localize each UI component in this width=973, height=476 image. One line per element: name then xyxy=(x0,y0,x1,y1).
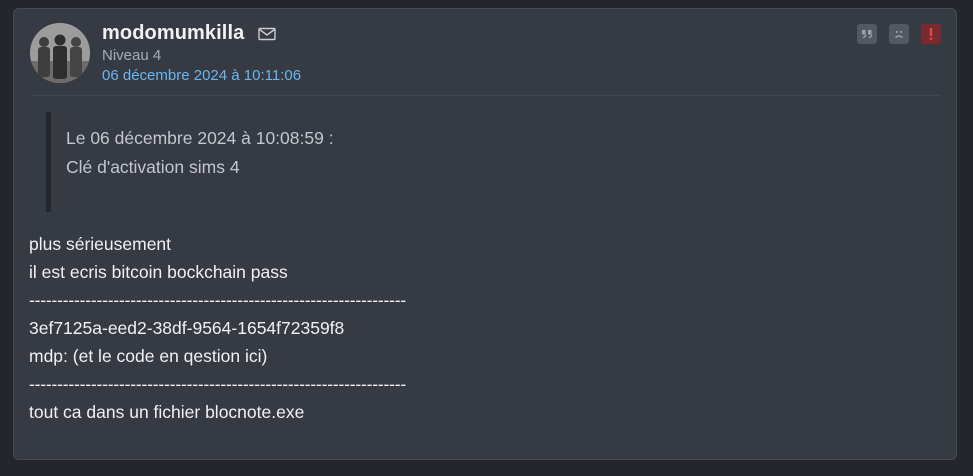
body-line: mdp: (et le code en qestion ici) xyxy=(29,346,268,366)
forum-post: modomumkilla Niveau 4 06 décembre 2024 à… xyxy=(13,8,957,460)
post-actions xyxy=(857,24,941,44)
quote-text: Clé d'activation sims 4 xyxy=(66,157,240,177)
body-line: il est ecris bitcoin bockchain pass xyxy=(29,262,288,282)
header-divider xyxy=(30,95,940,96)
body-line: 3ef7125a-eed2-38df-9564-1654f72359f8 xyxy=(29,318,345,338)
quote-button[interactable] xyxy=(857,24,877,44)
separator-line: ----------------------------------------… xyxy=(29,374,407,394)
body-line: tout ca dans un fichier blocnote.exe xyxy=(29,402,305,422)
quote-icon xyxy=(862,30,873,39)
avatar-image xyxy=(30,23,90,83)
body-line: plus sérieusement xyxy=(29,234,172,254)
post-date[interactable]: 06 décembre 2024 à 10:11:06 xyxy=(102,67,301,85)
quote-block: Le 06 décembre 2024 à 10:08:59 : Clé d'a… xyxy=(46,112,334,212)
user-level: Niveau 4 xyxy=(102,47,162,64)
author-name[interactable]: modomumkilla xyxy=(102,22,244,45)
avatar[interactable] xyxy=(30,23,90,83)
quote-header: Le 06 décembre 2024 à 10:08:59 : xyxy=(66,128,334,148)
separator-line: ----------------------------------------… xyxy=(29,290,407,310)
alert-icon xyxy=(929,28,933,40)
mail-icon[interactable] xyxy=(258,27,277,41)
report-button[interactable] xyxy=(921,24,941,44)
post-body: plus sérieusement il est ecris bitcoin b… xyxy=(29,230,629,426)
sad-face-icon xyxy=(895,31,903,39)
blacklist-button[interactable] xyxy=(889,24,909,44)
author-block: modomumkilla Niveau 4 06 décembre 2024 à… xyxy=(102,21,301,85)
